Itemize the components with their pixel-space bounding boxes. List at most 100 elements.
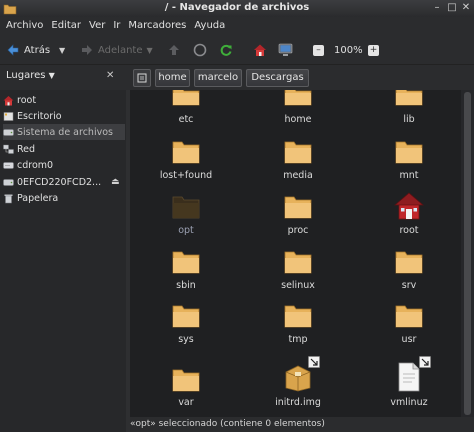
folder-icon: [172, 141, 200, 164]
zoom-out-button[interactable]: –: [313, 40, 324, 60]
computer-button[interactable]: [278, 40, 293, 60]
close-sidebar-icon[interactable]: ✕: [106, 70, 114, 81]
file-label: lost+found: [159, 170, 213, 181]
file-item-srv[interactable]: srv: [369, 246, 449, 294]
menu-ayuda[interactable]: Ayuda: [194, 20, 225, 31]
menu-ver[interactable]: Ver: [89, 20, 105, 31]
forward-button[interactable]: Adelante ▼: [80, 40, 153, 60]
back-label: Atrás: [24, 44, 51, 56]
file-item-home[interactable]: home: [258, 90, 338, 130]
file-item-etc[interactable]: etc: [146, 90, 226, 130]
sidebar-item-label: root: [17, 94, 37, 106]
file-item-vmlinuz[interactable]: vmlinuz: [369, 356, 449, 408]
status-text: «opt» seleccionado (contiene 0 elementos…: [130, 419, 325, 429]
reload-button[interactable]: [219, 40, 233, 60]
scrollbar-thumb[interactable]: [464, 92, 471, 415]
folder-icon: [284, 141, 312, 164]
file-label: selinux: [281, 280, 315, 291]
file-label: opt: [178, 225, 194, 236]
home-button[interactable]: [253, 40, 267, 60]
symlink-arrow-icon: [308, 356, 320, 368]
zoom-in-button[interactable]: +: [368, 40, 379, 60]
file-icon-view[interactable]: etc home lib lost+found media mnt opt pr…: [130, 90, 461, 417]
file-item-usr[interactable]: usr: [369, 300, 449, 348]
file-item-lib[interactable]: lib: [369, 90, 449, 130]
stop-button[interactable]: [193, 40, 207, 60]
file-item-mnt[interactable]: mnt: [369, 136, 449, 184]
folder-icon: [284, 251, 312, 274]
sidebar-item-volume[interactable]: 0EFCD220FCD2... ⏏: [3, 174, 125, 190]
maximize-icon[interactable]: □: [445, 1, 459, 15]
file-label: etc: [178, 114, 194, 125]
sidebar-item-red[interactable]: Red: [3, 141, 125, 157]
zoom-level-label: 100%: [334, 44, 363, 56]
file-item-initrd[interactable]: initrd.img: [258, 356, 338, 408]
places-dropdown[interactable]: Lugares ▼: [6, 70, 56, 85]
sidebar-item-label: Papelera: [17, 192, 59, 204]
file-item-tmp[interactable]: tmp: [258, 300, 338, 348]
sidebar-item-root[interactable]: root: [3, 92, 125, 108]
file-label: lib: [403, 114, 415, 125]
file-label: mnt: [399, 170, 419, 181]
title-bar[interactable]: / - Navegador de archivos – □ ✕: [0, 0, 474, 17]
file-item-media[interactable]: media: [258, 136, 338, 184]
reload-icon: [220, 44, 232, 56]
folder-icon: [172, 251, 200, 274]
file-item-proc[interactable]: proc: [258, 191, 338, 239]
file-item-var[interactable]: var: [146, 356, 226, 408]
stop-icon: [193, 43, 207, 57]
path-toggle-button[interactable]: [133, 69, 151, 87]
sidebar-item-label: Sistema de archivos: [17, 126, 113, 138]
crumb-marcelo[interactable]: marcelo: [194, 69, 242, 87]
vertical-scrollbar[interactable]: [461, 90, 474, 417]
minimize-icon[interactable]: –: [430, 1, 444, 15]
sidebar-item-cdrom0[interactable]: cdrom0: [3, 157, 125, 173]
folder-icon: [172, 196, 200, 219]
sidebar-item-filesystem[interactable]: Sistema de archivos: [3, 124, 125, 140]
cdrom-icon: [3, 161, 14, 169]
file-label: proc: [287, 225, 309, 236]
sidebar-item-label: Red: [17, 143, 36, 155]
folder-icon: [284, 90, 312, 106]
arrow-up-icon: [169, 45, 179, 55]
file-item-opt[interactable]: opt: [146, 191, 226, 239]
menu-marcadores[interactable]: Marcadores: [128, 20, 186, 31]
zoom-level[interactable]: 100%: [334, 40, 363, 60]
file-item-sbin[interactable]: sbin: [146, 246, 226, 294]
places-label: Lugares: [6, 70, 46, 81]
file-label: media: [283, 170, 313, 181]
folder-icon: [172, 369, 200, 392]
eject-icon[interactable]: ⏏: [111, 177, 120, 187]
drive-icon: [3, 128, 14, 136]
file-item-root[interactable]: root: [369, 191, 449, 239]
folder-icon: [395, 90, 423, 106]
file-item-selinux[interactable]: selinux: [258, 246, 338, 294]
location-bar: Lugares ▼ ✕ home marcelo Descargas: [0, 65, 474, 90]
folder-icon: [172, 305, 200, 328]
file-label: root: [399, 225, 419, 236]
up-button[interactable]: [167, 40, 181, 60]
back-button[interactable]: Atrás ▼: [6, 40, 65, 60]
menu-ir[interactable]: Ir: [113, 20, 120, 31]
crumb-descargas[interactable]: Descargas: [246, 69, 309, 87]
file-label: initrd.img: [275, 397, 321, 408]
crumb-home[interactable]: home: [155, 69, 190, 87]
file-item-sys[interactable]: sys: [146, 300, 226, 348]
chevron-down-icon[interactable]: ▼: [59, 46, 65, 55]
sidebar-item-escritorio[interactable]: Escritorio: [3, 108, 125, 124]
menu-archivo[interactable]: Archivo: [6, 20, 43, 31]
menu-bar: Archivo Editar Ver Ir Marcadores Ayuda: [0, 17, 474, 34]
forward-label: Adelante: [98, 44, 143, 56]
file-item-lost-found[interactable]: lost+found: [146, 136, 226, 184]
sidebar-item-label: Escritorio: [17, 110, 62, 122]
network-icon: [3, 144, 14, 154]
home-icon: [254, 44, 266, 56]
chevron-down-icon[interactable]: ▼: [146, 46, 152, 55]
sidebar-item-papelera[interactable]: Papelera: [3, 190, 125, 206]
folder-icon: [395, 141, 423, 164]
home-icon: [3, 95, 14, 105]
file-label: vmlinuz: [390, 397, 428, 408]
folder-icon: [395, 251, 423, 274]
close-icon[interactable]: ✕: [459, 1, 473, 15]
menu-editar[interactable]: Editar: [51, 20, 81, 31]
